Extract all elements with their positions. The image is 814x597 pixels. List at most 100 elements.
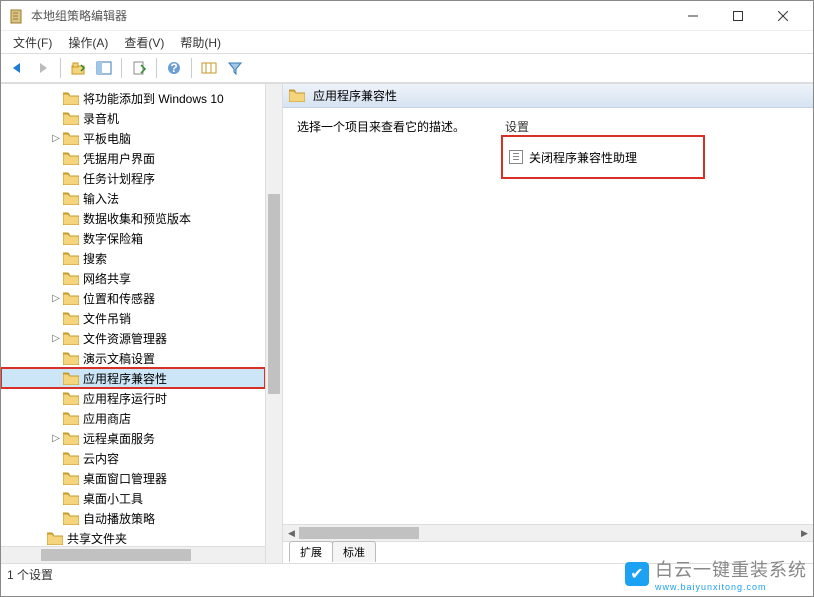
- tree-view[interactable]: 将功能添加到 Windows 10 录音机 ▷ 平板电脑凭据用户界面任务计划程序输入法…: [1, 84, 265, 563]
- tree-item[interactable]: ▷ 远程桌面服务: [1, 428, 265, 448]
- window-controls: [670, 2, 805, 30]
- tree-item[interactable]: 应用程序运行时: [1, 388, 265, 408]
- details-pane: 应用程序兼容性 选择一个项目来查看它的描述。 设置 关闭程序兼容性助理 ◀ ▶ …: [283, 84, 813, 563]
- tree-item-label: 任务计划程序: [83, 170, 155, 187]
- tree-item-label: 远程桌面服务: [83, 430, 155, 447]
- details-header-title: 应用程序兼容性: [313, 87, 397, 104]
- menu-action[interactable]: 操作(A): [60, 32, 116, 53]
- tree-item-label: 网络共享: [83, 270, 131, 287]
- tree-item[interactable]: 数据收集和预览版本: [1, 208, 265, 228]
- content-area: 将功能添加到 Windows 10 录音机 ▷ 平板电脑凭据用户界面任务计划程序输入法…: [1, 83, 813, 563]
- menu-file[interactable]: 文件(F): [5, 32, 60, 53]
- tree-item[interactable]: 文件吊销: [1, 308, 265, 328]
- tree-item[interactable]: 应用商店: [1, 408, 265, 428]
- titlebar: 本地组策略编辑器: [1, 1, 813, 31]
- tree-pane: 将功能添加到 Windows 10 录音机 ▷ 平板电脑凭据用户界面任务计划程序输入法…: [1, 84, 283, 563]
- setting-label: 关闭程序兼容性助理: [529, 149, 637, 166]
- toolbar-separator: [121, 58, 122, 78]
- tree-item[interactable]: 输入法: [1, 188, 265, 208]
- tree-horizontal-scrollbar[interactable]: [1, 546, 265, 563]
- tree-item-label: 文件吊销: [83, 310, 131, 327]
- tree-item[interactable]: 任务计划程序: [1, 168, 265, 188]
- tree-item[interactable]: 演示文稿设置: [1, 348, 265, 368]
- details-body: 选择一个项目来查看它的描述。 设置 关闭程序兼容性助理: [283, 108, 813, 524]
- tree-vertical-scrollbar[interactable]: [265, 84, 282, 563]
- tree-item-label: 将功能添加到 Windows 10: [83, 90, 224, 107]
- tree-item[interactable]: ▷ 文件资源管理器: [1, 328, 265, 348]
- filter-button[interactable]: [223, 56, 247, 80]
- tree-item-label: 凭据用户界面: [83, 150, 155, 167]
- policy-icon: [509, 150, 523, 164]
- tree-item[interactable]: 桌面窗口管理器: [1, 468, 265, 488]
- tree-item-label: 应用程序兼容性: [83, 370, 167, 387]
- help-button[interactable]: ?: [162, 56, 186, 80]
- tree-item[interactable]: 网络共享: [1, 268, 265, 288]
- up-button[interactable]: [66, 56, 90, 80]
- back-button[interactable]: [5, 56, 29, 80]
- forward-button[interactable]: [31, 56, 55, 80]
- tree-expander-icon[interactable]: ▷: [49, 293, 63, 304]
- window-title: 本地组策略编辑器: [31, 7, 670, 24]
- tree-item[interactable]: 共享文件夹: [1, 528, 265, 548]
- details-horizontal-scrollbar[interactable]: ◀ ▶: [283, 524, 813, 541]
- options-button[interactable]: [197, 56, 221, 80]
- scroll-right-arrow[interactable]: ▶: [796, 525, 813, 541]
- tree-expander-icon[interactable]: ▷: [49, 333, 63, 344]
- tree-item-label: 应用商店: [83, 410, 131, 427]
- show-hide-tree-button[interactable]: [92, 56, 116, 80]
- close-button[interactable]: [760, 2, 805, 30]
- tree-item-label: 录音机: [83, 110, 119, 127]
- tree-item[interactable]: 云内容: [1, 448, 265, 468]
- tree-expander-icon[interactable]: ▷: [49, 433, 63, 444]
- svg-text:?: ?: [170, 61, 177, 75]
- tree-item-label: 演示文稿设置: [83, 350, 155, 367]
- tree-item-label: 桌面窗口管理器: [83, 470, 167, 487]
- scrollbar-thumb[interactable]: [299, 527, 419, 539]
- menu-view[interactable]: 查看(V): [116, 32, 172, 53]
- folder-icon: [289, 89, 305, 102]
- tree-item-label: 数字保险箱: [83, 230, 143, 247]
- menu-help[interactable]: 帮助(H): [172, 32, 229, 53]
- maximize-button[interactable]: [715, 2, 760, 30]
- scrollbar-thumb[interactable]: [268, 194, 280, 394]
- tree-item[interactable]: 录音机: [1, 108, 265, 128]
- tree-item[interactable]: 搜索: [1, 248, 265, 268]
- tree-item-label: 桌面小工具: [83, 490, 143, 507]
- details-tabs: 扩展 标准: [283, 541, 813, 563]
- tree-item-label: 搜索: [83, 250, 107, 267]
- tree-item[interactable]: 数字保险箱: [1, 228, 265, 248]
- scrollbar-thumb[interactable]: [41, 549, 191, 561]
- tree-item-label: 云内容: [83, 450, 119, 467]
- minimize-button[interactable]: [670, 2, 715, 30]
- scroll-left-arrow[interactable]: ◀: [283, 525, 300, 541]
- tree-item[interactable]: 桌面小工具: [1, 488, 265, 508]
- menubar: 文件(F) 操作(A) 查看(V) 帮助(H): [1, 31, 813, 53]
- app-icon: [9, 8, 25, 24]
- tree-item-label: 共享文件夹: [67, 530, 127, 547]
- tree-item[interactable]: ▷ 平板电脑: [1, 128, 265, 148]
- description-column: 选择一个项目来查看它的描述。: [297, 118, 481, 514]
- toolbar-separator: [60, 58, 61, 78]
- tree-item[interactable]: 将功能添加到 Windows 10: [1, 88, 265, 108]
- tree-item[interactable]: 自动播放策略: [1, 508, 265, 528]
- tree-item-label: 应用程序运行时: [83, 390, 167, 407]
- details-header: 应用程序兼容性: [283, 84, 813, 108]
- tab-standard[interactable]: 标准: [332, 541, 376, 562]
- toolbar-separator: [191, 58, 192, 78]
- setting-item[interactable]: 关闭程序兼容性助理: [505, 139, 701, 175]
- toolbar-separator: [156, 58, 157, 78]
- tree-item-label: 输入法: [83, 190, 119, 207]
- tree-item[interactable]: 应用程序兼容性: [1, 368, 265, 388]
- tree-item-label: 文件资源管理器: [83, 330, 167, 347]
- tree-item-label: 自动播放策略: [83, 510, 155, 527]
- tree-item[interactable]: 凭据用户界面: [1, 148, 265, 168]
- export-button[interactable]: [127, 56, 151, 80]
- description-prompt: 选择一个项目来查看它的描述。: [297, 118, 481, 135]
- tab-extended[interactable]: 扩展: [289, 541, 333, 562]
- tree-item-label: 位置和传感器: [83, 290, 155, 307]
- tree-item-label: 平板电脑: [83, 130, 131, 147]
- status-text: 1 个设置: [7, 566, 53, 583]
- settings-column: 设置 关闭程序兼容性助理: [505, 118, 799, 514]
- tree-expander-icon[interactable]: ▷: [49, 133, 63, 144]
- tree-item[interactable]: ▷ 位置和传感器: [1, 288, 265, 308]
